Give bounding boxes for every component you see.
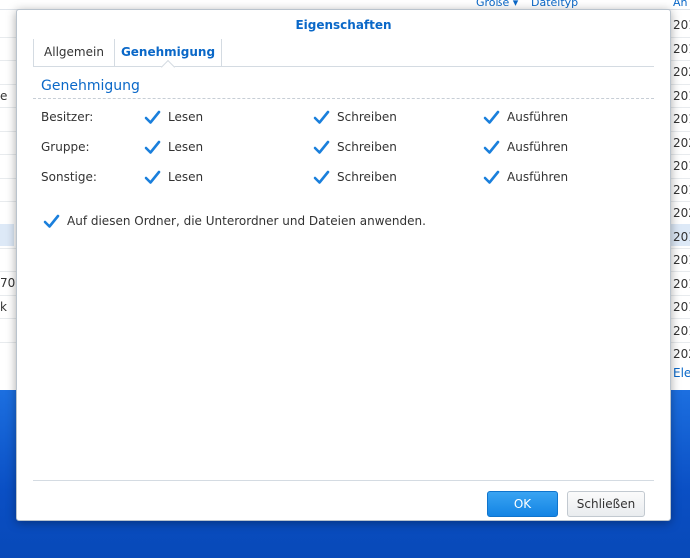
modified-date-fragment: 202	[673, 136, 690, 150]
row-label-owner: Besitzer:	[41, 110, 94, 124]
column-header-type[interactable]: Dateityp	[531, 0, 578, 9]
modified-date-fragment: 201	[673, 230, 690, 244]
checkbox-owner-write[interactable]: Schreiben	[313, 108, 433, 128]
checkbox-label: Schreiben	[337, 170, 397, 184]
checkbox-label: Ausführen	[507, 110, 569, 124]
checkbox-group-write[interactable]: Schreiben	[313, 138, 433, 158]
checkbox-label: Schreiben	[337, 110, 397, 124]
checkbox-label: Lesen	[168, 140, 204, 154]
checkmark-icon[interactable]	[43, 213, 60, 230]
permission-row-group: Gruppe: Lesen Schreiben Ausführen	[17, 138, 670, 160]
checkbox-others-read[interactable]: Lesen	[144, 168, 264, 188]
tab-general[interactable]: Allgemein	[33, 39, 115, 67]
modified-date-fragment: 201	[673, 18, 690, 32]
apply-recursive-label: Auf diesen Ordner, die Unterordner und D…	[67, 214, 426, 228]
modified-date-fragment: 201	[673, 324, 690, 338]
dialog-title[interactable]: Eigenschaften	[17, 10, 670, 40]
checkbox-owner-read[interactable]: Lesen	[144, 108, 264, 128]
checkbox-group-execute[interactable]: Ausführen	[483, 138, 603, 158]
tab-permission-label: Genehmigung	[120, 45, 216, 59]
close-button[interactable]: Schließen	[567, 491, 645, 517]
checkbox-label: Lesen	[168, 110, 204, 124]
checkmark-icon[interactable]	[483, 169, 500, 186]
modified-date-fragment: 201	[673, 277, 690, 291]
checkbox-label: Schreiben	[337, 140, 397, 154]
row-label-group: Gruppe:	[41, 140, 90, 154]
selected-row-highlight	[0, 224, 14, 246]
checkmark-icon[interactable]	[313, 109, 330, 126]
modified-date-fragment: 202	[673, 206, 690, 220]
checkbox-label: Lesen	[168, 170, 204, 184]
modified-date-fragment: 201	[673, 112, 690, 126]
modified-date-fragment: 201	[673, 183, 690, 197]
row-label-others: Sonstige:	[41, 170, 97, 184]
checkbox-others-execute[interactable]: Ausführen	[483, 168, 603, 188]
section-divider	[33, 98, 654, 99]
checkbox-apply-recursive[interactable]: Auf diesen Ordner, die Unterordner und D…	[43, 212, 443, 234]
section-title: Genehmigung	[41, 78, 140, 94]
permission-row-others: Sonstige: Lesen Schreiben Ausführen	[17, 168, 670, 190]
checkmark-icon[interactable]	[313, 139, 330, 156]
column-header-modified[interactable]: Än	[673, 0, 688, 9]
modified-date-fragment: 202	[673, 347, 690, 361]
checkbox-others-write[interactable]: Schreiben	[313, 168, 433, 188]
modified-date-fragment: 201	[673, 300, 690, 314]
tab-bar: Allgemein Genehmigung	[33, 39, 654, 75]
more-link[interactable]: Ele	[673, 366, 690, 380]
modified-date-fragment: 201	[673, 42, 690, 56]
checkbox-group-read[interactable]: Lesen	[144, 138, 264, 158]
modified-date-fragment: 201	[673, 253, 690, 267]
checkbox-label: Ausführen	[507, 170, 569, 184]
file-name-fragment[interactable]: e	[0, 89, 7, 103]
properties-dialog: Eigenschaften Allgemein Genehmigung Gene…	[16, 9, 671, 521]
modified-date-fragment: 201	[673, 89, 690, 103]
checkmark-icon[interactable]	[313, 169, 330, 186]
footer-divider	[33, 480, 654, 481]
checkmark-icon[interactable]	[483, 109, 500, 126]
checkmark-icon[interactable]	[144, 169, 161, 186]
checkmark-icon[interactable]	[483, 139, 500, 156]
checkmark-icon[interactable]	[144, 109, 161, 126]
checkbox-label: Ausführen	[507, 140, 569, 154]
checkbox-owner-execute[interactable]: Ausführen	[483, 108, 603, 128]
ok-button[interactable]: OK	[487, 491, 558, 517]
permission-row-owner: Besitzer: Lesen Schreiben Ausführen	[17, 108, 670, 130]
modified-date-fragment: 202	[673, 65, 690, 79]
modified-date-fragment: 201	[673, 159, 690, 173]
tab-general-label: Allgemein	[44, 45, 104, 59]
checkmark-icon[interactable]	[144, 139, 161, 156]
file-name-fragment[interactable]: k	[0, 300, 7, 314]
column-header-size[interactable]: Größe ▾	[476, 0, 518, 9]
